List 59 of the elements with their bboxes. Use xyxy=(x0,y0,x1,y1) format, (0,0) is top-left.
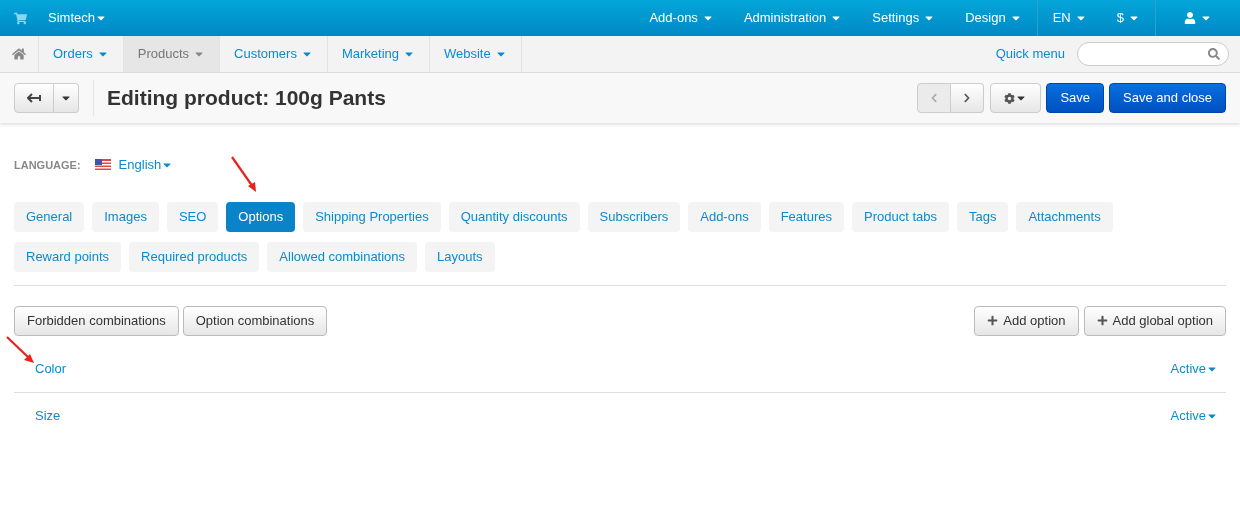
option-link[interactable]: Color xyxy=(35,358,67,379)
tab[interactable]: Layouts xyxy=(425,241,495,272)
store-menu[interactable]: Simtech xyxy=(48,8,107,28)
cart-icon[interactable] xyxy=(14,11,27,25)
tab[interactable]: Add-ons xyxy=(688,201,761,232)
settings-icon xyxy=(1004,92,1016,104)
annotation-arrow xyxy=(4,334,36,366)
tab[interactable]: General xyxy=(14,201,85,232)
tab[interactable]: Features xyxy=(768,201,844,232)
add-option-button[interactable]: Add global option xyxy=(1083,305,1226,336)
status-dropdown[interactable]: Active xyxy=(1170,406,1218,426)
page-title: Editing product: 100g Pants xyxy=(107,85,386,112)
option-link[interactable]: Size xyxy=(35,406,61,426)
save-button[interactable]: Save xyxy=(1046,83,1105,113)
nav-item[interactable]: Marketing xyxy=(327,36,430,72)
add-option-button[interactable]: Add option xyxy=(974,305,1079,336)
search-icon xyxy=(1208,48,1220,60)
flag-icon xyxy=(94,159,111,171)
tab[interactable]: Tags xyxy=(956,201,1009,232)
search-field[interactable] xyxy=(1077,42,1229,66)
tab[interactable]: Quantity discounts xyxy=(448,201,580,232)
top-menu-item[interactable]: Settings xyxy=(857,0,951,36)
top-menu-item[interactable]: Design xyxy=(950,0,1037,36)
combinations-button[interactable]: Option combinations xyxy=(182,305,328,336)
nav-item[interactable]: Orders xyxy=(39,36,124,72)
quick-menu-link[interactable]: Quick menu xyxy=(995,44,1065,64)
top-menu-item[interactable]: Add-ons xyxy=(634,0,729,36)
language-label: LANGUAGE: xyxy=(14,157,81,173)
tab[interactable]: Required products xyxy=(129,241,260,272)
annotation-arrow xyxy=(229,154,259,194)
nav-item[interactable]: Products xyxy=(123,36,221,72)
top-menu-item[interactable]: Administration xyxy=(728,0,858,36)
combinations-button[interactable]: Forbidden combinations xyxy=(14,305,179,336)
nav-item[interactable]: Website xyxy=(430,36,522,72)
status-dropdown[interactable]: Active xyxy=(1170,358,1218,379)
save-button[interactable]: Save and close xyxy=(1109,83,1226,113)
tab[interactable]: Allowed combinations xyxy=(267,241,418,272)
language-menu[interactable]: EN xyxy=(1037,0,1102,36)
next-button[interactable] xyxy=(951,83,985,113)
tab[interactable]: Product tabs xyxy=(851,201,949,232)
tab[interactable]: Shipping Properties xyxy=(303,201,441,232)
dropdown-button[interactable] xyxy=(54,83,79,113)
settings-button[interactable] xyxy=(990,83,1042,113)
tab[interactable]: Attachments xyxy=(1016,201,1113,232)
nav-item[interactable]: Customers xyxy=(220,36,328,72)
tab[interactable]: SEO xyxy=(166,201,219,232)
plus-icon xyxy=(987,315,999,326)
language-dropdown[interactable]: English xyxy=(118,155,174,175)
currency-menu[interactable]: $ xyxy=(1101,0,1155,36)
tab[interactable]: Subscribers xyxy=(587,201,681,232)
plus-icon xyxy=(1096,315,1108,326)
tab[interactable]: Options xyxy=(226,201,296,232)
back-button[interactable] xyxy=(14,83,54,113)
home-icon xyxy=(12,47,26,61)
chevron-left-icon xyxy=(929,93,940,103)
tab[interactable]: Reward points xyxy=(14,241,122,272)
back-arrow-icon xyxy=(27,93,41,103)
tab[interactable]: Images xyxy=(92,201,159,232)
user-icon xyxy=(1184,12,1196,24)
